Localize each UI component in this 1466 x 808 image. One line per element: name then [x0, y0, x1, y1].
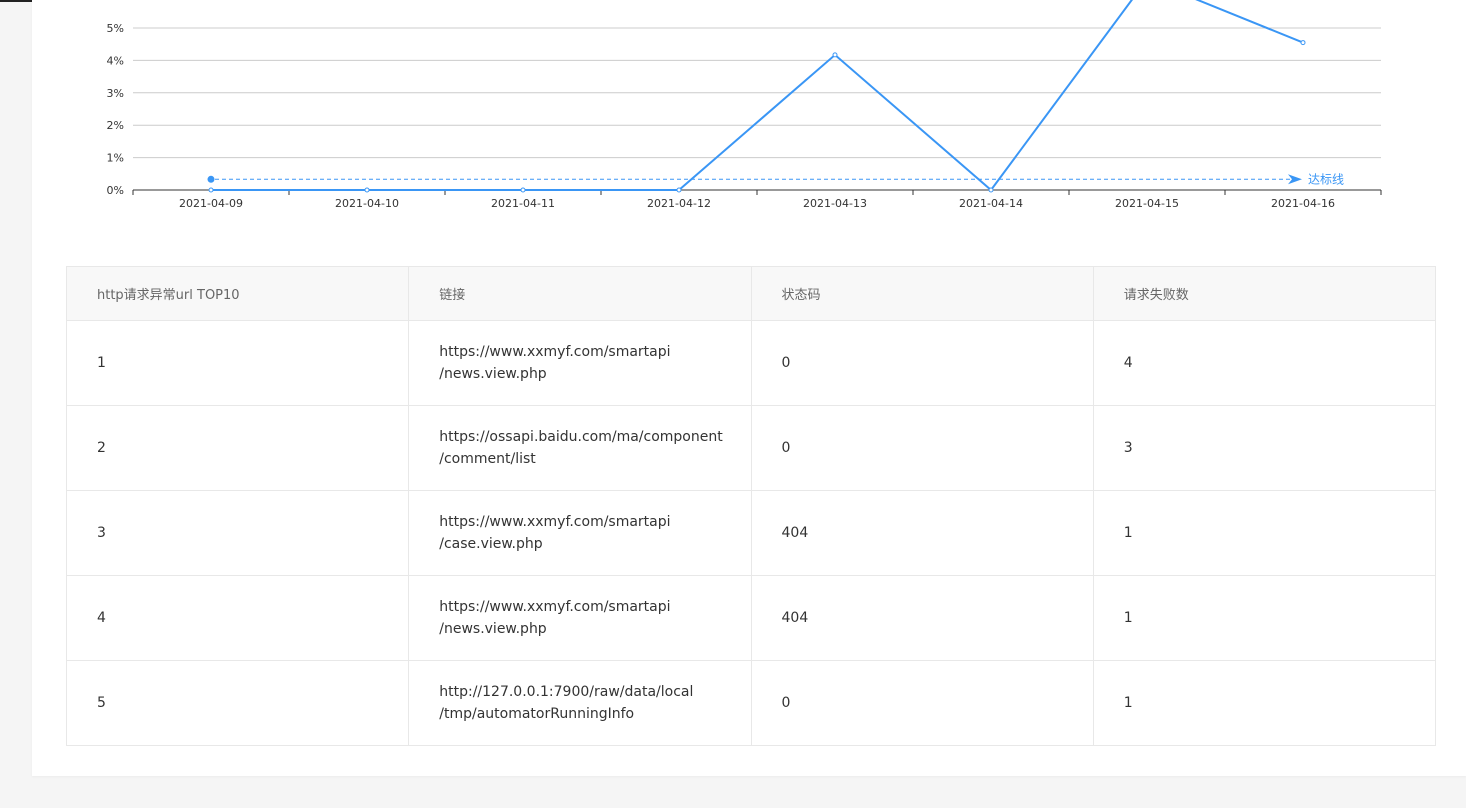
cell-link: http://127.0.0.1:7900/raw/data/local /tm… — [408, 660, 752, 746]
cell-status-code: 404 — [750, 575, 1094, 661]
cell-status-code: 0 — [750, 660, 1094, 746]
error-url-table-container: http请求异常url TOP10 链接 状态码 请求失败数 1 https:/… — [65, 266, 1437, 746]
header-rank: http请求异常url TOP10 — [65, 266, 410, 321]
data-point[interactable] — [364, 187, 370, 193]
data-point[interactable] — [1300, 40, 1306, 46]
x-tick-label: 2021-04-15 — [1115, 197, 1179, 210]
cell-rank: 3 — [65, 490, 410, 576]
link-line-1: https://www.xxmyf.com/smartapi — [439, 599, 671, 615]
x-tick-label: 2021-04-09 — [179, 197, 243, 210]
markline-arrow-icon — [1288, 174, 1302, 185]
chart-y-axis: 0% 1% 2% 3% 4% 5% — [107, 22, 124, 197]
table-header-row: http请求异常url TOP10 链接 状态码 请求失败数 — [65, 266, 1437, 321]
chart-series — [208, 0, 1306, 193]
x-tick-label: 2021-04-12 — [647, 197, 711, 210]
header-link: 链接 — [408, 266, 752, 321]
cell-rank: 1 — [65, 320, 410, 406]
cell-status-code: 0 — [750, 405, 1094, 491]
y-tick-label: 3% — [107, 87, 124, 100]
table-row: 2 https://ossapi.baidu.com/ma/component … — [65, 405, 1437, 491]
y-tick-label: 4% — [107, 54, 124, 67]
data-point[interactable] — [208, 187, 214, 193]
table-row: 4 https://www.xxmyf.com/smartapi /news.v… — [65, 575, 1437, 661]
link-line-1: https://ossapi.baidu.com/ma/component — [439, 429, 723, 445]
markline-label: 达标线 — [1308, 172, 1344, 186]
link-line-2: /comment/list — [439, 451, 536, 467]
cell-link: https://www.xxmyf.com/smartapi /case.vie… — [408, 490, 752, 576]
header-status-code: 状态码 — [750, 266, 1094, 321]
x-tick-label: 2021-04-10 — [335, 197, 399, 210]
cell-failure-count: 3 — [1092, 405, 1437, 491]
chart-x-axis: 2021-04-09 2021-04-10 2021-04-11 2021-04-12… — [132, 189, 1382, 210]
chart-grid — [133, 27, 1381, 159]
cell-link: https://www.xxmyf.com/smartapi /news.vie… — [408, 320, 752, 406]
cell-rank: 5 — [65, 660, 410, 746]
failure-rate-line-chart: 2021-04-09 2021-04-10 2021-04-11 2021-04-12… — [107, 0, 1382, 210]
link-line-2: /tmp/automatorRunningInfo — [439, 706, 635, 722]
link-line-2: /news.view.php — [439, 621, 547, 637]
table-row: 3 https://www.xxmyf.com/smartapi /case.v… — [65, 490, 1437, 576]
data-point[interactable] — [832, 52, 838, 58]
error-url-table: http请求异常url TOP10 链接 状态码 请求失败数 1 https:/… — [65, 266, 1437, 746]
x-tick-label: 2021-04-13 — [803, 197, 867, 210]
link-line-1: https://www.xxmyf.com/smartapi — [439, 344, 671, 360]
data-point[interactable] — [676, 187, 682, 193]
link-line-1: http://127.0.0.1:7900/raw/data/local — [439, 684, 694, 700]
header-failure-count: 请求失败数 — [1092, 266, 1437, 321]
cell-rank: 4 — [65, 575, 410, 661]
markline-start-dot — [207, 175, 215, 183]
x-tick-label: 2021-04-11 — [491, 197, 555, 210]
link-line-1: https://www.xxmyf.com/smartapi — [439, 514, 671, 530]
cell-failure-count: 1 — [1092, 490, 1437, 576]
link-line-2: /news.view.php — [439, 366, 547, 382]
data-point[interactable] — [988, 187, 994, 193]
cell-failure-count: 4 — [1092, 320, 1437, 406]
y-tick-label: 2% — [107, 119, 124, 132]
x-tick-label: 2021-04-14 — [959, 197, 1023, 210]
cell-link: https://www.xxmyf.com/smartapi /news.vie… — [408, 575, 752, 661]
cell-status-code: 0 — [750, 320, 1094, 406]
y-tick-label: 0% — [107, 184, 124, 197]
data-point[interactable] — [520, 187, 526, 193]
target-markline: 达标线 — [207, 172, 1344, 186]
cell-rank: 2 — [65, 405, 410, 491]
table-row: 5 http://127.0.0.1:7900/raw/data/local /… — [65, 660, 1437, 746]
cell-status-code: 404 — [750, 490, 1094, 576]
y-tick-label: 1% — [107, 152, 124, 165]
cell-link: https://ossapi.baidu.com/ma/component /c… — [408, 405, 752, 491]
cell-failure-count: 1 — [1092, 575, 1437, 661]
y-tick-label: 5% — [107, 22, 124, 35]
table-row: 1 https://www.xxmyf.com/smartapi /news.v… — [65, 320, 1437, 406]
link-line-2: /case.view.php — [439, 536, 543, 552]
cell-failure-count: 1 — [1092, 660, 1437, 746]
x-tick-label: 2021-04-16 — [1271, 197, 1335, 210]
